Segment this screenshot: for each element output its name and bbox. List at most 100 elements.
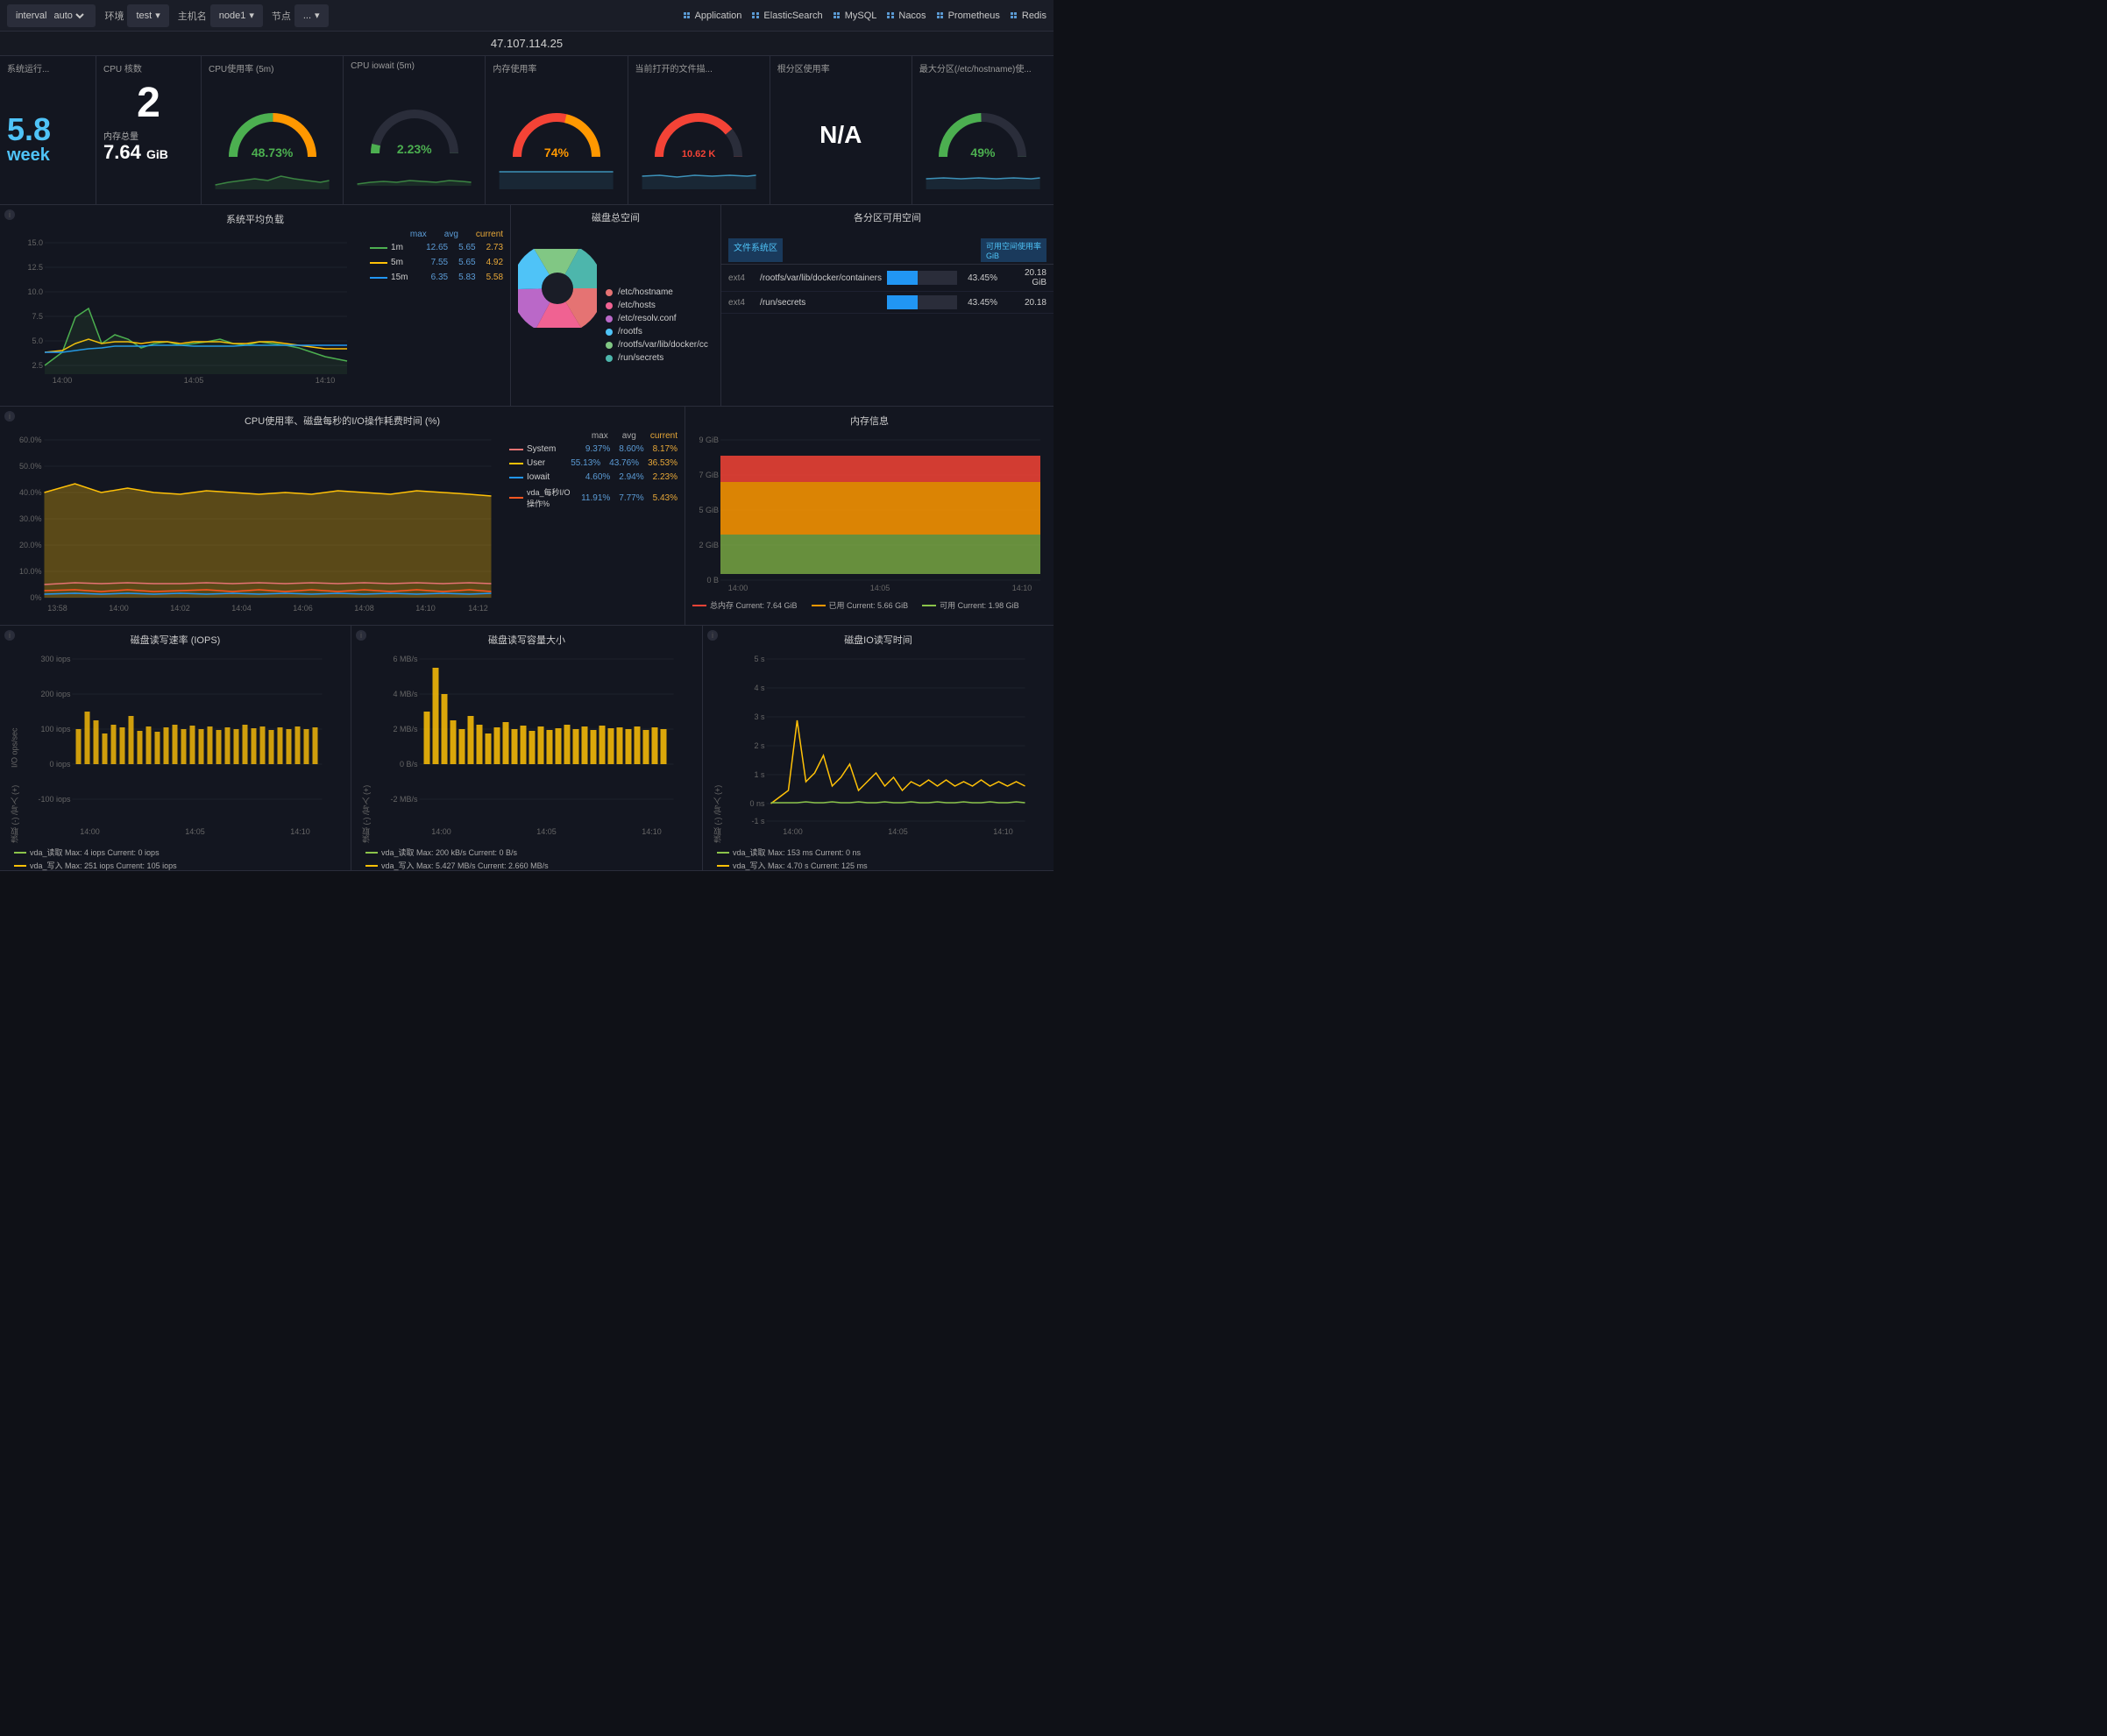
svg-text:30.0%: 30.0% (19, 514, 42, 523)
env-selector[interactable]: test ▾ (127, 4, 168, 27)
partition-bar-wrap-1 (887, 271, 957, 285)
mem-gauge: 74% (493, 78, 620, 204)
partition-bar-wrap-2 (887, 295, 957, 309)
legend-15m-label: 15m (391, 273, 428, 282)
mem-total-label: 总内存 Current: 7.64 GiB (710, 599, 798, 611)
disk-item-hosts: /etc/hosts (606, 301, 708, 310)
cpu-user-color (509, 463, 523, 464)
disk-space-panel: 磁盘总空间 /etc/hostname /etc/hosts (511, 205, 721, 406)
host-title-bar: 47.107.114.25 (0, 32, 1054, 56)
interval-selector[interactable]: interval auto (7, 4, 96, 27)
disk-dot-secrets (606, 355, 613, 362)
legend-1m: 1m 12.65 5.65 2.73 (370, 243, 503, 252)
cpu-io-ops-avg: 7.77% (619, 493, 643, 503)
legend-1m-color (370, 247, 387, 249)
file-desc-gauge: 10.62 K (635, 78, 763, 204)
svg-text:0 ns: 0 ns (749, 799, 765, 808)
iowait-title: CPU iowait (5m) (351, 61, 478, 71)
legend-5m-label: 5m (391, 258, 428, 267)
disk-pie-svg (518, 249, 597, 328)
legend-5m-cur: 4.92 (486, 258, 503, 267)
cpu-user-label: User (527, 458, 567, 468)
cpu-iowait-cur: 2.23% (653, 472, 678, 482)
disk-iops-y-axis-label: 读取 (-) /写入 (+) I/O ops/sec (7, 650, 20, 843)
partition-col1: 文件系统区 (728, 238, 783, 262)
svg-text:2 s: 2 s (754, 741, 765, 750)
uptime-display: 5.8 week (7, 78, 89, 201)
svg-text:13:58: 13:58 (47, 604, 67, 611)
uptime-title: 系统运行... (7, 61, 89, 74)
interval-select[interactable]: auto (50, 10, 87, 22)
cpu-io-ops-cur: 5.43% (653, 493, 678, 503)
svg-text:-1 s: -1 s (751, 817, 765, 825)
cpu-system-cur: 8.17% (653, 444, 678, 454)
legend-15m-vals: 6.35 5.83 5.58 (431, 273, 503, 282)
legend-avg-label: avg (444, 230, 458, 239)
charts-row-2: i CPU使用率、磁盘每秒的I/O操作耗费时间 (%) 60.0% 50.0% … (0, 407, 1054, 626)
svg-text:1 s: 1 s (754, 770, 765, 779)
service-redis[interactable]: Redis (1011, 11, 1046, 21)
partition-title: 各分区可用空间 (721, 205, 1054, 230)
disk-rw-panel: i 磁盘读写容量大小 读取 (-) /写入 (+) 6 MB/s 4 MB/s … (351, 626, 703, 870)
service-elasticsearch[interactable]: ElasticSearch (752, 11, 822, 21)
file-desc-sparkline (635, 163, 763, 189)
node-selector[interactable]: ... ▾ (294, 4, 329, 27)
cpu-iowait-avg: 2.94% (619, 472, 643, 482)
service-nacos[interactable]: Nacos (887, 11, 926, 21)
charts-row-3: i 磁盘读写速率 (IOPS) 读取 (-) /写入 (+) I/O ops/s… (0, 626, 1054, 871)
load-chart-area: 15.0 12.5 10.0 7.5 5.0 2.5 14:00 14:05 1… (7, 230, 503, 392)
svg-text:60.0%: 60.0% (19, 436, 42, 444)
disk-rw-title: 磁盘读写容量大小 (358, 633, 695, 647)
svg-text:14:10: 14:10 (993, 827, 1013, 836)
svg-text:14:00: 14:00 (109, 604, 129, 611)
env-value: test (136, 11, 152, 21)
cpu-legend-system: System 9.37% 8.60% 8.17% (509, 444, 678, 454)
disk-iops-write-color (14, 865, 26, 867)
disk-rw-write-label: vda_写入 Max: 5.427 MB/s Current: 2.660 MB… (381, 860, 549, 871)
cpu5m-gauge-wrap: 48.73% (224, 104, 321, 161)
disk-label-secrets: /run/secrets (618, 353, 663, 363)
legend-5m-avg: 5.65 (458, 258, 475, 267)
cpu-io-ops-label: vda_每秒I/O操作% (527, 486, 578, 509)
service-nacos-label: Nacos (898, 11, 926, 21)
legend-1m-max: 12.65 (426, 243, 448, 252)
mem-legend: 总内存 Current: 7.64 GiB 已用 Current: 5.66 G… (692, 599, 1046, 611)
load-info-icon: i (4, 209, 15, 220)
svg-text:14:00: 14:00 (783, 827, 803, 836)
disk-dot-docker (606, 342, 613, 349)
disk-rw-info-icon: i (356, 630, 366, 641)
cpu-system-avg: 8.60% (619, 444, 643, 454)
disk-label-docker: /rootfs/var/lib/docker/cc (618, 340, 708, 350)
mem-legend-used: 已用 Current: 5.66 GiB (812, 599, 909, 611)
cpu-display: 2 内存总量 7.64 GiB (103, 78, 194, 163)
legend-15m-max: 6.35 (431, 273, 448, 282)
disk-item-hostname: /etc/hostname (606, 287, 708, 297)
mem-chart-title: 内存信息 (692, 414, 1046, 428)
disk-rw-y-axis-label: 读取 (-) /写入 (+) (358, 650, 372, 843)
mem-legend-total: 总内存 Current: 7.64 GiB (692, 599, 798, 611)
svg-text:3 s: 3 s (754, 712, 765, 721)
cpu-chart-panel: i CPU使用率、磁盘每秒的I/O操作耗费时间 (%) 60.0% 50.0% … (0, 407, 685, 625)
host-selector[interactable]: node1 ▾ (210, 4, 263, 27)
svg-text:12.5: 12.5 (27, 263, 43, 272)
cpu-legend-table: max avg current System 9.37% 8.60% 8.17%… (502, 431, 678, 611)
cpu-user-cur: 36.53% (648, 458, 678, 468)
service-application[interactable]: Application (684, 11, 742, 21)
disk-iops-info-icon: i (4, 630, 15, 641)
cpu-user-max: 55.13% (571, 458, 600, 468)
disk-io-time-legend: vda_读取 Max: 153 ms Current: 0 ns vda_写入 … (710, 843, 1046, 876)
mem-usage-value: 74% (544, 145, 569, 159)
cpu5m-gauge: 48.73% (209, 78, 336, 204)
svg-text:4 MB/s: 4 MB/s (393, 690, 418, 698)
svg-text:14:10: 14:10 (316, 376, 336, 385)
disk-iops-legend: vda_读取 Max: 4 iops Current: 0 iops vda_写… (7, 843, 344, 876)
cpu5m-value: 48.73% (252, 145, 293, 159)
service-prometheus[interactable]: Prometheus (937, 11, 1000, 21)
service-mysql[interactable]: MySQL (834, 11, 877, 21)
root-part-title: 根分区使用率 (777, 61, 905, 74)
svg-text:9 GiB: 9 GiB (699, 436, 719, 444)
legend-header: max avg current (370, 230, 503, 239)
svg-text:-100 iops: -100 iops (38, 795, 71, 804)
disk-rw-svg: 6 MB/s 4 MB/s 2 MB/s 0 B/s -2 MB/s 14:00… (372, 650, 695, 843)
svg-text:5 s: 5 s (754, 655, 765, 663)
